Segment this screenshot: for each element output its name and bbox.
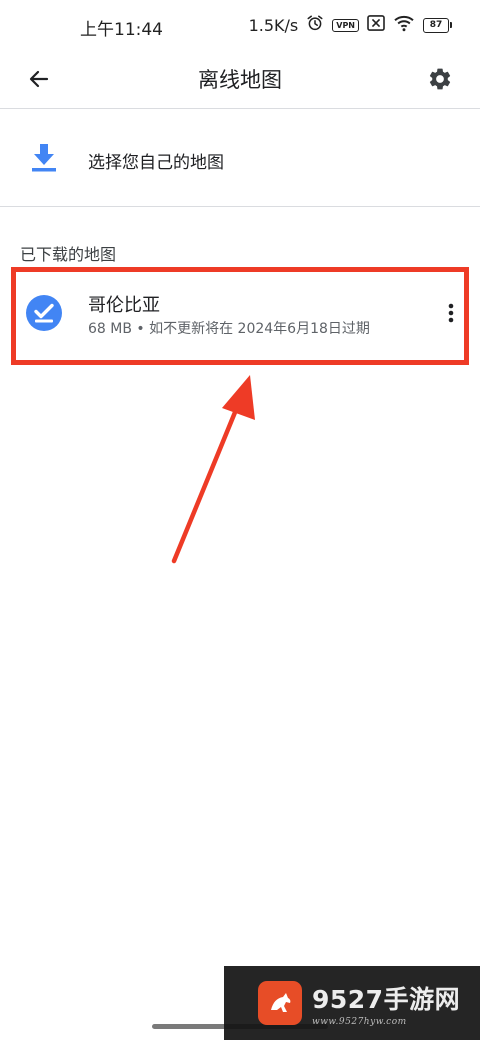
watermark-title: 9527手游网	[312, 984, 461, 1014]
status-bar: 上午11:44 1.5K/s VPN 87	[0, 0, 480, 50]
downloaded-maps-header: 已下载的地图	[20, 245, 117, 264]
gear-icon	[429, 68, 451, 90]
select-own-map-label: 选择您自己的地图	[88, 153, 224, 173]
status-icons: 1.5K/s VPN 87	[249, 14, 452, 36]
battery-level: 87	[423, 17, 449, 33]
watermark-url: www.9527hyw.com	[312, 1016, 407, 1027]
alarm-icon	[306, 14, 324, 36]
page-title: 离线地图	[198, 68, 282, 92]
battery-icon: 87	[423, 17, 452, 33]
net-speed: 1.5K/s	[248, 15, 299, 35]
settings-button[interactable]	[422, 61, 458, 97]
vpn-icon: VPN	[332, 18, 359, 32]
wifi-icon	[393, 14, 415, 36]
select-own-map-row[interactable]: 选择您自己的地图	[0, 108, 480, 207]
download-icon	[32, 144, 56, 172]
no-sim-icon	[367, 15, 385, 35]
app-bar: 离线地图	[0, 50, 480, 109]
watermark-logo-icon	[258, 981, 302, 1025]
watermark: 9527手游网 www.9527hyw.com	[224, 966, 480, 1040]
status-time: 上午11:44	[80, 20, 163, 40]
highlight-box	[11, 267, 469, 365]
